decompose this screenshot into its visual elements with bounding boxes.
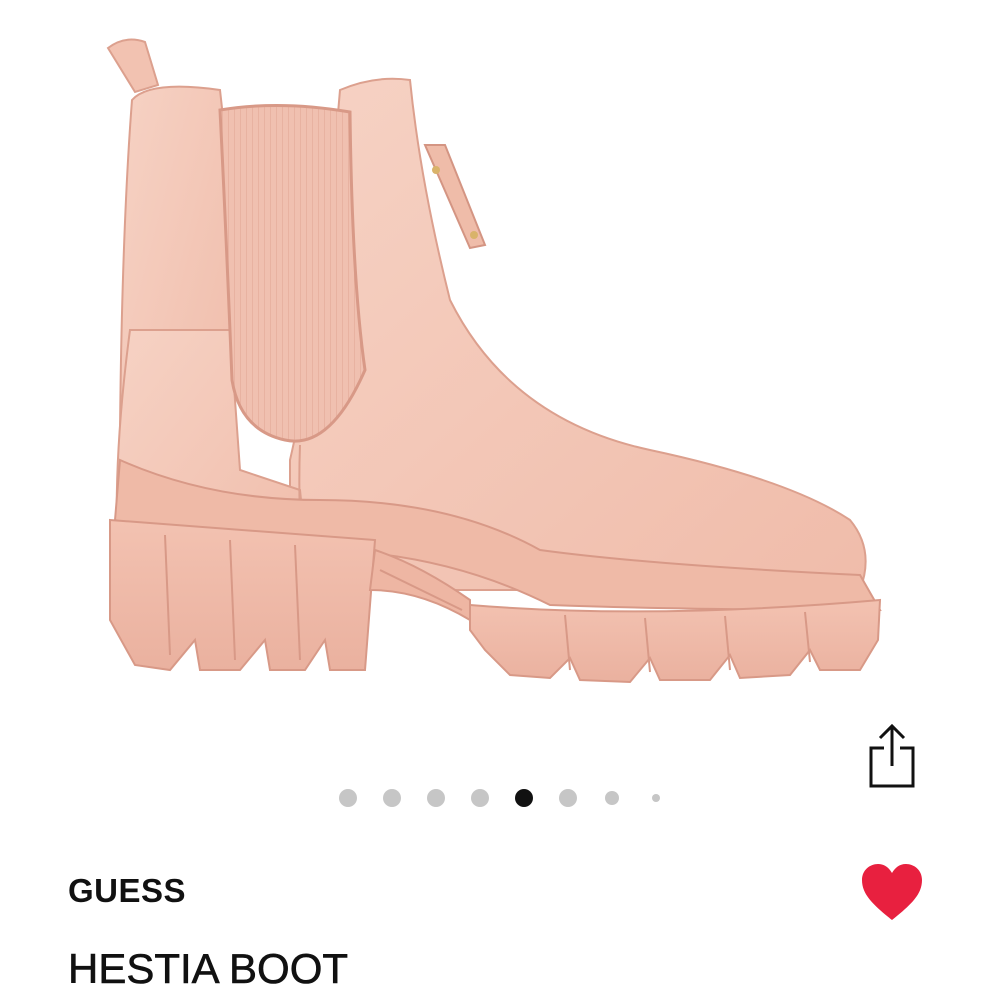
- brand-name[interactable]: GUESS: [68, 872, 186, 910]
- pager-dot[interactable]: [605, 791, 619, 805]
- product-detail-screen: GUESS HESTIA BOOT: [0, 0, 1000, 1000]
- product-title: HESTIA BOOT: [68, 945, 349, 993]
- favorite-button[interactable]: [858, 860, 926, 924]
- image-pager[interactable]: [330, 786, 670, 810]
- product-image[interactable]: [90, 30, 890, 700]
- heart-icon: [862, 864, 922, 920]
- pager-dot[interactable]: [652, 794, 660, 802]
- share-icon: [869, 723, 915, 788]
- pager-dot[interactable]: [559, 789, 577, 807]
- pager-dot[interactable]: [471, 789, 489, 807]
- pager-dot[interactable]: [339, 789, 357, 807]
- pager-dot[interactable]: [427, 789, 445, 807]
- share-button[interactable]: [866, 722, 918, 790]
- pager-dot[interactable]: [383, 789, 401, 807]
- pager-dot-active[interactable]: [515, 789, 533, 807]
